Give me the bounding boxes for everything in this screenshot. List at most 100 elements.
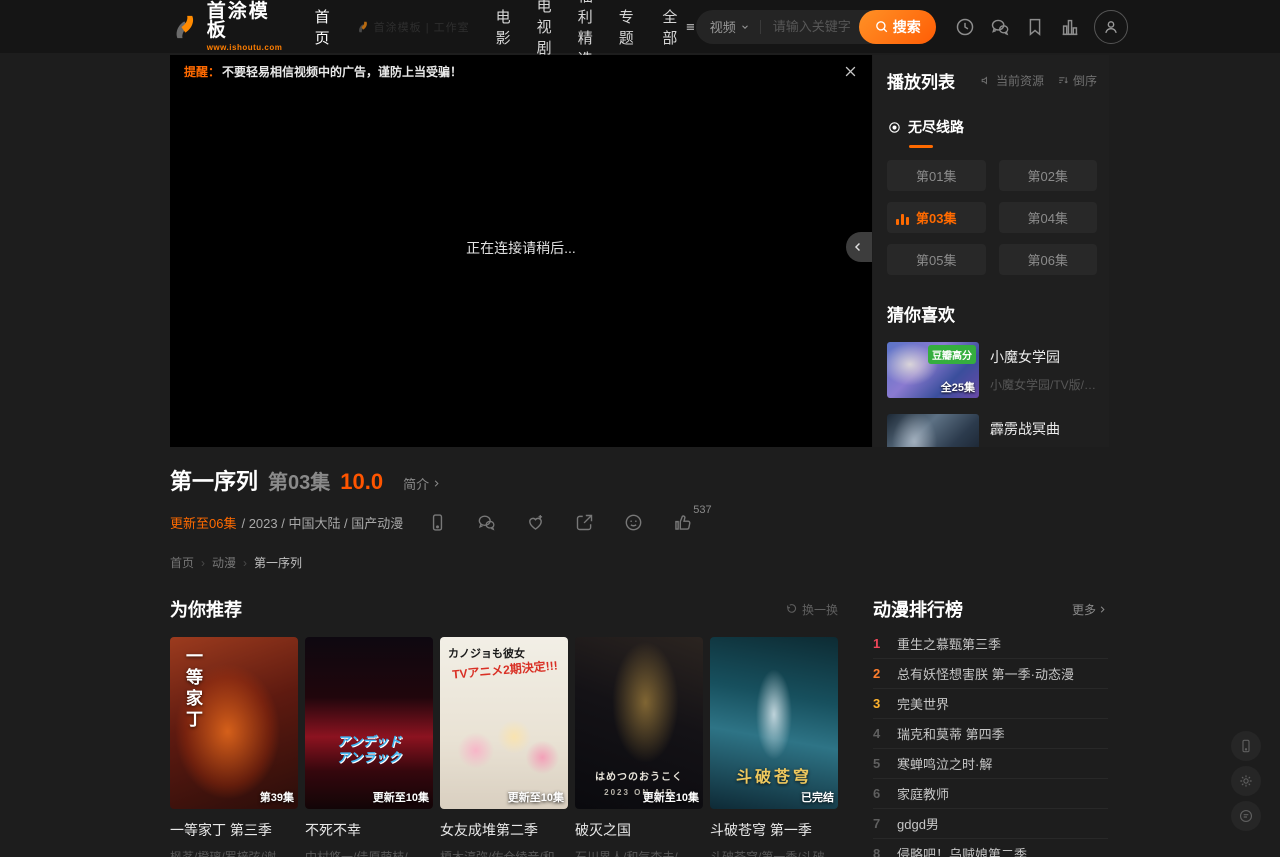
- target-icon: [887, 120, 902, 135]
- nav-item[interactable]: 电影: [496, 6, 511, 48]
- ranking-item[interactable]: 1重生之慕甄第三季: [873, 629, 1108, 659]
- intro-link[interactable]: 简介: [403, 474, 442, 493]
- breadcrumb-link[interactable]: 动漫: [212, 554, 236, 571]
- user-icon[interactable]: [1094, 10, 1128, 44]
- ranking-item[interactable]: 8侵略吧！乌贼娘第二季: [873, 839, 1108, 857]
- ranking-item-title: 完美世界: [897, 694, 949, 713]
- comment-icon[interactable]: [623, 511, 645, 533]
- poster-text: アンラック: [305, 747, 433, 766]
- poster-text: はめつのおうこく: [575, 768, 703, 783]
- video-card[interactable]: 一等家丁第39集一等家丁 第三季枫茗/橙璃/罗梓弦/谢必安/...: [170, 637, 298, 857]
- gear-icon[interactable]: [1231, 766, 1261, 796]
- ranking-item[interactable]: 2 总有妖怪想害朕 第一季·动态漫: [873, 659, 1108, 689]
- logo-icon: [170, 11, 200, 43]
- playlist-sidebar: 播放列表 当前资源 倒序 无尽线路: [873, 55, 1109, 447]
- guess-item[interactable]: 豆瓣高分全25集小魔女学园小魔女学园/TV版/リト...: [887, 342, 1097, 398]
- guess-title: 猜你喜欢: [887, 301, 1097, 326]
- like-icon[interactable]: 537: [672, 511, 694, 533]
- current-source-button[interactable]: 当前资源: [980, 72, 1044, 89]
- episode-button[interactable]: 第04集: [999, 202, 1098, 233]
- collapse-playlist-button[interactable]: [846, 232, 872, 262]
- playlist-title: 播放列表: [887, 68, 955, 93]
- video-card[interactable]: カノジョも彼女TVアニメ2期決定!!!更新至10集女友成堆第二季榎木淳弥/佐仓绫…: [440, 637, 568, 857]
- line-tab[interactable]: 无尽线路: [887, 117, 1097, 148]
- refresh-button[interactable]: 换一换: [785, 601, 838, 618]
- floating-buttons: [1231, 731, 1261, 831]
- episode-button[interactable]: 第01集: [887, 160, 986, 191]
- search-category-dropdown[interactable]: 视频: [710, 17, 750, 36]
- card-subtitle: 石川界人/和气杏未/: [575, 848, 703, 857]
- recommend-title: 为你推荐: [170, 596, 242, 622]
- video-meta: / 2023 / 中国大陆 / 国产动漫: [241, 513, 403, 532]
- more-button[interactable]: 更多: [1072, 601, 1108, 618]
- search-button[interactable]: 搜索: [859, 10, 936, 44]
- partner-text: 首涂模板 | 工作室: [374, 19, 470, 35]
- reverse-order-button[interactable]: 倒序: [1057, 72, 1097, 89]
- reverse-order-label: 倒序: [1073, 72, 1097, 89]
- video-player[interactable]: 提醒： 不要轻易相信视频中的广告，谨防上当受骗！ 正在连接请稍后...: [170, 55, 872, 447]
- share-icon[interactable]: [574, 511, 596, 533]
- logo-title: 首涂模板: [207, 2, 285, 40]
- ranking-item[interactable]: 5寒蝉鸣泣之时·解: [873, 749, 1108, 779]
- ranking-item-title: 家庭教师: [897, 784, 949, 803]
- episode-button[interactable]: 第05集: [887, 244, 986, 275]
- nav-item[interactable]: 电视剧: [537, 0, 552, 58]
- poster-text: 斗破苍穹: [710, 763, 838, 787]
- ranking-item[interactable]: 4瑞克和莫蒂 第四季: [873, 719, 1108, 749]
- rank-number: 7: [873, 816, 884, 831]
- feedback-icon[interactable]: [1231, 801, 1261, 831]
- guess-item-title: 小魔女学园: [990, 347, 1097, 367]
- guess-info: 小魔女学园小魔女学园/TV版/リト...: [990, 342, 1097, 398]
- thumbnail: 豆瓣高分全25集: [887, 342, 979, 398]
- ranking-item-title: 总有妖怪想害朕 第一季·动态漫: [897, 664, 1074, 683]
- breadcrumb-link[interactable]: 首页: [170, 554, 194, 571]
- wechat-icon[interactable]: [476, 511, 498, 533]
- mobile-icon[interactable]: [427, 511, 449, 533]
- ranking-item[interactable]: 7gdgd男: [873, 809, 1108, 839]
- chevron-right-icon: [1097, 604, 1108, 615]
- message-icon[interactable]: [989, 16, 1011, 38]
- bookmark-icon[interactable]: [1024, 16, 1046, 38]
- rank-number: 2: [873, 666, 884, 681]
- card-subtitle: 枫茗/橙璃/罗梓弦/谢必安/...: [170, 848, 298, 857]
- poster-image: アンデッドアンラック更新至10集: [305, 637, 433, 809]
- episode-button[interactable]: 第02集: [999, 160, 1098, 191]
- douban-badge: 豆瓣高分: [928, 345, 976, 364]
- guess-item[interactable]: 更新至6集霹雳战冥曲霹雳战冥曲2022/霹雳...: [887, 414, 1097, 447]
- video-card[interactable]: 斗破苍穹已完结斗破苍穹 第一季斗破苍穹/第一季/斗破苍穹...: [710, 637, 838, 857]
- mobile-app-icon[interactable]: [1231, 731, 1261, 761]
- history-icon[interactable]: [954, 16, 976, 38]
- site-logo[interactable]: 首涂模板 www.ishoutu.com: [170, 2, 285, 52]
- search-icon: [874, 19, 889, 34]
- nav-item[interactable]: 专题: [619, 6, 634, 48]
- episode-badge: 更新至10集: [508, 789, 564, 805]
- ranking-item[interactable]: 6家庭教师: [873, 779, 1108, 809]
- close-icon[interactable]: [843, 64, 858, 79]
- card-title: 破灭之国: [575, 820, 703, 840]
- ranking-item[interactable]: 3完美世界: [873, 689, 1108, 719]
- card-title: 一等家丁 第三季: [170, 820, 298, 840]
- rank-number: 4: [873, 726, 884, 741]
- video-card[interactable]: アンデッドアンラック更新至10集不死不幸中村悠一/佳原萌枝/: [305, 637, 433, 857]
- chevron-down-icon: [740, 22, 750, 32]
- episode-button[interactable]: 第03集: [887, 202, 986, 233]
- ranking-list: 1重生之慕甄第三季 2 总有妖怪想害朕 第一季·动态漫 3完美世界4瑞克和莫蒂 第四季…: [873, 629, 1108, 857]
- current-source-label: 当前资源: [996, 72, 1044, 89]
- ranking-icon[interactable]: [1059, 16, 1081, 38]
- warning-prefix: 提醒：: [184, 63, 220, 80]
- search-input[interactable]: [771, 18, 859, 35]
- search-bar: 视频 搜索: [696, 10, 936, 44]
- episode-label: 第05集: [916, 250, 956, 269]
- like-count: 537: [693, 504, 711, 516]
- ranking-item-title: 重生之慕甄第三季: [897, 634, 1001, 653]
- nav-item-all[interactable]: 全部: [660, 6, 696, 48]
- card-subtitle: 斗破苍穹/第一季/斗破苍穹...: [710, 848, 838, 857]
- favorite-icon[interactable]: [525, 511, 547, 533]
- partner-logo-icon: [356, 20, 370, 34]
- rank-number: 5: [873, 756, 884, 771]
- nav-item-home[interactable]: 首页: [315, 6, 330, 48]
- video-card[interactable]: はめつのおうこく2023 ON AIR更新至10集破灭之国石川界人/和气杏未/: [575, 637, 703, 857]
- refresh-icon: [785, 603, 798, 616]
- episode-button[interactable]: 第06集: [999, 244, 1098, 275]
- partner-logo[interactable]: 首涂模板 | 工作室: [356, 19, 470, 35]
